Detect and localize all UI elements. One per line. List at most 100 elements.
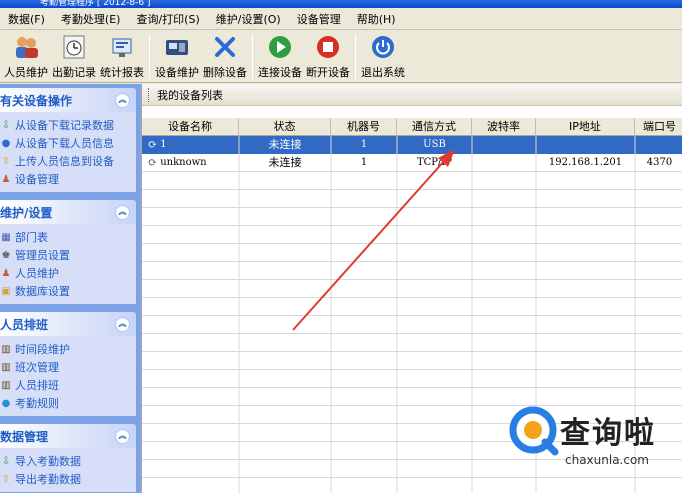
- sidebar: 有关设备操作 ︽ ⇩ 从设备下载记录数据 ● 从设备下载人员信息 ⇧ 上传人员信息到设备…: [0, 84, 140, 493]
- sidebar-item-time-periods[interactable]: ▥ 时间段维护: [0, 340, 136, 358]
- column-header-name[interactable]: 设备名称: [142, 118, 239, 136]
- cell-port: 4370: [646, 157, 673, 168]
- column-header-port[interactable]: 端口号: [635, 118, 682, 136]
- calendar-icon: ▥: [1, 379, 11, 391]
- sidebar-item-attendance-rules[interactable]: ● 考勤规则: [0, 394, 136, 412]
- sidebar-item-export-data[interactable]: ⇧ 导出考勤数据: [0, 470, 136, 488]
- cell-port: [635, 136, 682, 154]
- cell-status: 未连接: [268, 156, 302, 169]
- menu-data[interactable]: 数据(F): [0, 11, 53, 27]
- panel-data-management: 数据管理 ︽ ⇩ 导入考勤数据 ⇧ 导出考勤数据: [0, 424, 136, 492]
- people-icon: ♟: [1, 173, 11, 185]
- cell-machine: 1: [360, 139, 368, 150]
- sidebar-item-label: 数据库设置: [15, 285, 70, 298]
- device-name: 1: [160, 139, 167, 150]
- cell-comm: TCP/IP: [416, 157, 453, 168]
- sidebar-item-label: 班次管理: [15, 361, 59, 374]
- sidebar-item-label: 上传人员信息到设备: [15, 155, 114, 168]
- menu-device-management[interactable]: 设备管理: [289, 11, 349, 27]
- sidebar-item-label: 从设备下载记录数据: [15, 119, 114, 132]
- watermark-logo-icon: [509, 406, 559, 456]
- toolbar-connect-button[interactable]: 连接设备: [256, 31, 304, 81]
- collapse-icon[interactable]: ︽: [115, 92, 130, 108]
- sidebar-item-staff-scheduling[interactable]: ▥ 人员排班: [0, 376, 136, 394]
- sidebar-item-label: 人员排班: [15, 379, 59, 392]
- panel-maintenance: 维护/设置 ︽ ▦ 部门表 ♚ 管理员设置 ♟ 人员维护 ▣ 数据库设置: [0, 200, 136, 304]
- panel-header[interactable]: 维护/设置 ︽: [0, 200, 136, 224]
- sidebar-item-label: 管理员设置: [15, 249, 70, 262]
- lock-icon: ▣: [1, 285, 11, 297]
- menu-query-print[interactable]: 查询/打印(S): [128, 11, 207, 27]
- download-arrow-icon: ⇩: [1, 455, 11, 467]
- sidebar-item-upload-people[interactable]: ⇧ 上传人员信息到设备: [0, 152, 136, 170]
- admin-icon: ♚: [1, 249, 11, 261]
- sidebar-item-people[interactable]: ♟ 人员维护: [0, 264, 136, 282]
- report-icon: [109, 34, 135, 60]
- people-icon: ♟: [1, 267, 11, 279]
- panel-header[interactable]: 人员排班 ︽: [0, 312, 136, 336]
- toolbar-separator: [149, 35, 150, 79]
- title-bar: 考勤管理程序 [ 2012-8-6 ]: [0, 0, 682, 8]
- cell-ip: [536, 136, 635, 154]
- toolbar-device-maintenance-button[interactable]: 设备维护: [153, 31, 201, 81]
- toolbar-label: 删除设备: [203, 66, 247, 79]
- sidebar-item-download-people[interactable]: ● 从设备下载人员信息: [0, 134, 136, 152]
- sidebar-item-database-settings[interactable]: ▣ 数据库设置: [0, 282, 136, 300]
- collapse-icon[interactable]: ︽: [115, 428, 130, 444]
- info-circle-icon: ●: [1, 137, 11, 149]
- collapse-icon[interactable]: ︽: [115, 204, 130, 220]
- device-name: unknown: [160, 157, 207, 168]
- disconnect-icon: [315, 34, 341, 60]
- column-header-comm[interactable]: 通信方式: [397, 118, 472, 136]
- column-header-baud[interactable]: 波特率: [472, 118, 536, 136]
- menu-maintenance-settings[interactable]: 维护/设置(O): [208, 11, 289, 27]
- sidebar-item-departments[interactable]: ▦ 部门表: [0, 228, 136, 246]
- sidebar-item-label: 时间段维护: [15, 343, 70, 356]
- grid-header: 设备名称 状态 机器号 通信方式 波特率 IP地址 端口号: [142, 118, 682, 136]
- upload-arrow-icon: ⇧: [1, 155, 11, 167]
- watermark-url: chaxunla.com: [565, 453, 649, 467]
- sidebar-item-label: 部门表: [15, 231, 48, 244]
- power-icon: [370, 34, 396, 60]
- panel-header[interactable]: 有关设备操作 ︽: [0, 88, 136, 112]
- device-sync-icon: ⟳: [148, 156, 158, 169]
- panel-header[interactable]: 数据管理 ︽: [0, 424, 136, 448]
- toolbar-label: 断开设备: [306, 66, 350, 79]
- delete-icon: [212, 34, 238, 60]
- toolbar-label: 连接设备: [258, 66, 302, 79]
- toolbar-attendance-button[interactable]: 出勤记录: [50, 31, 98, 81]
- window-title: 考勤管理程序 [ 2012-8-6 ]: [40, 0, 151, 8]
- calendar-icon: ▥: [1, 343, 11, 355]
- sidebar-item-import-data[interactable]: ⇩ 导入考勤数据: [0, 452, 136, 470]
- table-row[interactable]: ⟳ 1 未连接 1 USB: [142, 136, 682, 154]
- toolbar-label: 统计报表: [100, 66, 144, 79]
- device-icon: [164, 34, 190, 60]
- panel-title: 维护/设置: [0, 205, 53, 220]
- sidebar-item-label: 设备管理: [15, 173, 59, 186]
- connect-icon: [267, 34, 293, 60]
- list-title: 我的设备列表: [157, 88, 223, 102]
- column-header-status[interactable]: 状态: [239, 118, 331, 136]
- toolbar-report-button[interactable]: 统计报表: [98, 31, 146, 81]
- panel-scheduling: 人员排班 ︽ ▥ 时间段维护 ▥ 班次管理 ▥ 人员排班 ● 考勤规则: [0, 312, 136, 416]
- toolbar-delete-device-button[interactable]: 删除设备: [201, 31, 249, 81]
- list-title-bar: 我的设备列表: [142, 84, 682, 106]
- column-header-machine[interactable]: 机器号: [331, 118, 397, 136]
- sidebar-item-download-records[interactable]: ⇩ 从设备下载记录数据: [0, 116, 136, 134]
- menu-help[interactable]: 帮助(H): [349, 11, 404, 27]
- toolbar-exit-button[interactable]: 退出系统: [359, 31, 407, 81]
- toolbar-label: 人员维护: [4, 66, 48, 79]
- calendar-icon: ▥: [1, 361, 11, 373]
- sidebar-item-admin-settings[interactable]: ♚ 管理员设置: [0, 246, 136, 264]
- department-icon: ▦: [1, 231, 11, 243]
- table-row[interactable]: ⟳ unknown 未连接 1 TCP/IP 192.168.1.201 4370: [142, 154, 682, 172]
- watermark: 查询啦 chaxunla.com: [509, 402, 679, 482]
- toolbar-people-button[interactable]: 人员维护: [2, 31, 50, 81]
- toolbar-separator: [252, 35, 253, 79]
- column-header-ip[interactable]: IP地址: [536, 118, 635, 136]
- collapse-icon[interactable]: ︽: [115, 316, 130, 332]
- sidebar-item-shifts[interactable]: ▥ 班次管理: [0, 358, 136, 376]
- menu-attendance-processing[interactable]: 考勤处理(E): [53, 11, 129, 27]
- toolbar-disconnect-button[interactable]: 断开设备: [304, 31, 352, 81]
- sidebar-item-device-management[interactable]: ♟ 设备管理: [0, 170, 136, 188]
